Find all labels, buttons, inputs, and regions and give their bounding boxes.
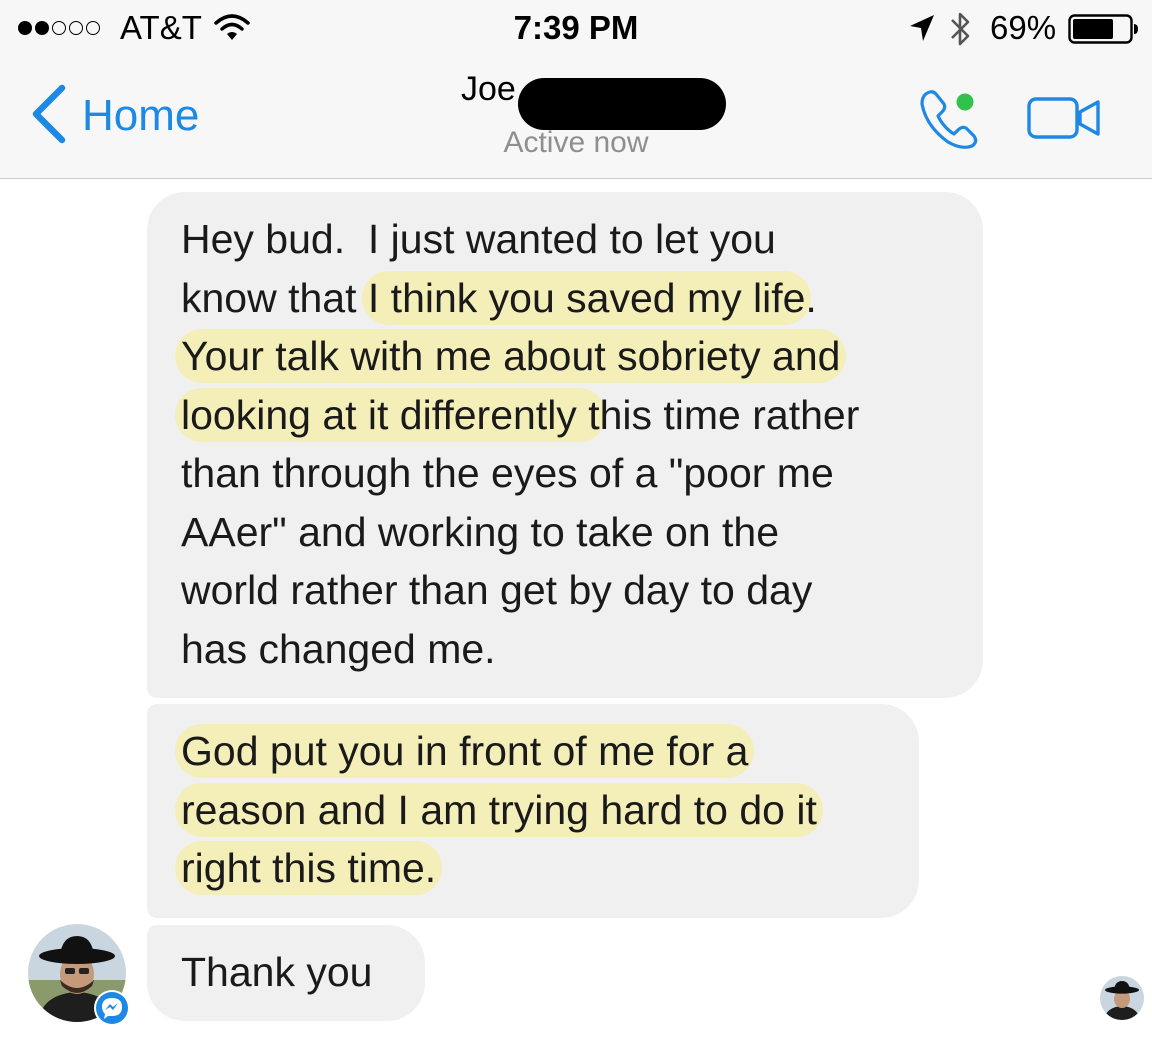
message-line: world rather than get by day to day <box>181 561 859 620</box>
message-line: Hey bud. I just wanted to let you <box>181 210 859 269</box>
message-line: know that I think you saved my life. <box>181 269 859 328</box>
status-bar: AT&T 7:39 PM 69% <box>0 0 1152 58</box>
message-segment: Thank you <box>181 949 373 995</box>
seen-indicator-avatar <box>1100 976 1144 1020</box>
message-line: reason and I am trying hard to do it <box>175 781 823 840</box>
message-line: God put you in front of me for a <box>175 722 817 781</box>
bluetooth-icon <box>948 9 974 54</box>
highlighted-text: Your talk with me about sobriety and <box>175 329 847 383</box>
message-text: Thank you <box>181 943 372 1002</box>
messenger-badge-icon <box>94 990 130 1026</box>
highlighted-text: God put you in front of me for a <box>175 724 755 778</box>
message-text: God put you in front of me for a reason a… <box>175 722 823 898</box>
highlighted-text: reason and I am trying hard to do it <box>175 782 823 837</box>
message-segment: than through the eyes of a "poor me <box>181 450 834 496</box>
battery-percentage: 69% <box>990 9 1057 46</box>
message-line: right this time. <box>175 839 817 898</box>
location-arrow-icon <box>908 13 936 48</box>
video-call-button[interactable] <box>1026 96 1104 145</box>
video-camera-icon <box>1026 97 1104 144</box>
message-line: than through the eyes of a "poor me <box>181 444 859 503</box>
message-segment: Hey bud. I just wanted to let you <box>181 216 776 262</box>
message-segment: world rather than get by day to day <box>181 567 813 613</box>
highlighted-text: right this time. <box>175 841 443 895</box>
contact-name: Joe <box>461 70 516 108</box>
highlighted-text: I think you saved my life <box>361 270 812 325</box>
conversation-header: Home Joe Active now <box>0 58 1152 179</box>
clock-time: 7:39 PM <box>513 9 639 46</box>
message-bubble[interactable]: God put you in front of me for a reason a… <box>147 704 919 918</box>
phone-icon <box>918 90 984 156</box>
redaction-bar <box>518 78 726 130</box>
voice-call-button[interactable] <box>918 86 984 157</box>
message-bubble[interactable]: Thank you <box>147 925 425 1021</box>
message-segment: his time rather <box>599 391 860 438</box>
highlighted-text: looking at it differently t <box>175 387 606 442</box>
message-segment: has changed me. <box>181 625 496 672</box>
battery-icon <box>1068 14 1140 49</box>
message-segment: AAer" and working to take on the <box>181 508 780 555</box>
message-text: Hey bud. I just wanted to let you know th… <box>175 210 860 679</box>
message-segment: know that <box>181 274 368 321</box>
message-line: looking at it differently this time rath… <box>175 386 860 445</box>
message-line: AAer" and working to take on the <box>181 503 859 562</box>
message-line: Thank you <box>181 943 372 1002</box>
message-line: has changed me. <box>181 620 859 679</box>
message-bubble[interactable]: Hey bud. I just wanted to let you know th… <box>147 192 983 698</box>
message-line: Your talk with me about sobriety and <box>175 327 859 386</box>
message-segment: . <box>805 274 817 321</box>
